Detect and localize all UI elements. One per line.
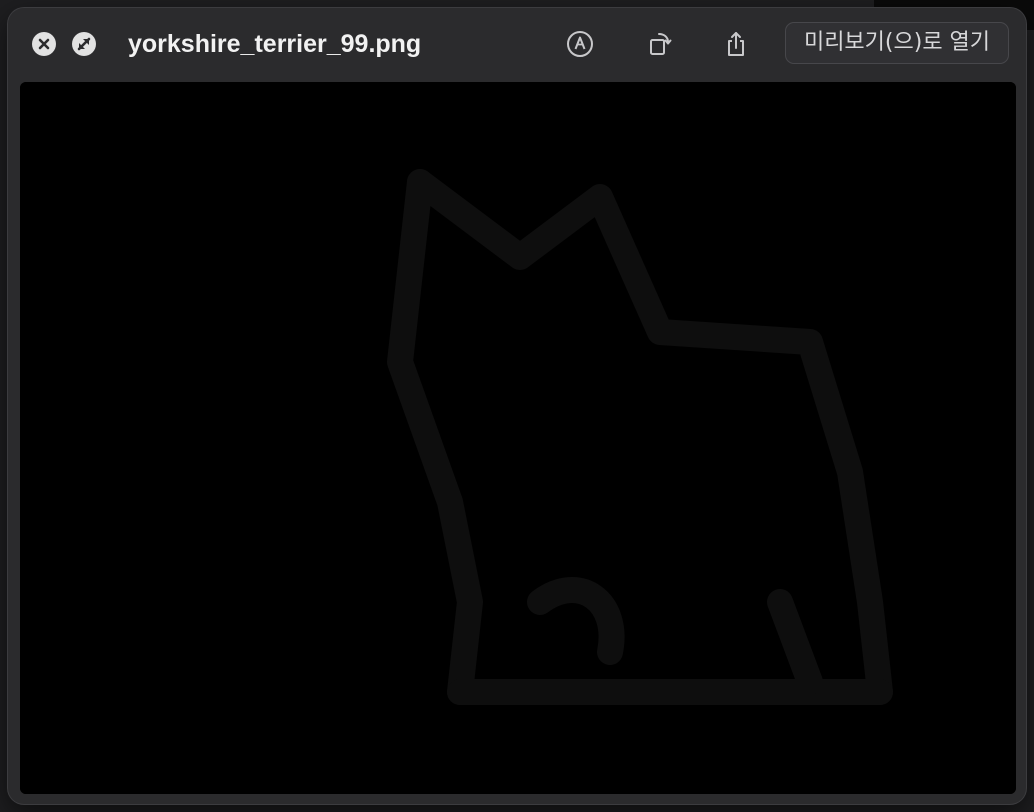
window-title: yorkshire_terrier_99.png [128,30,422,58]
image-preview [20,82,1016,794]
share-icon [728,32,744,56]
fullscreen-icon [73,33,95,55]
open-with-preview-button[interactable]: 미리보기(으)로 열기 [785,22,1009,64]
preview-image [20,82,1016,794]
close-icon [33,33,55,55]
markup-pen-icon [567,31,593,57]
quick-look-window: yorkshire_terrier_99.png 미리보기(으)로 열기 [8,8,1026,804]
titlebar: yorkshire_terrier_99.png 미리보기(으)로 열기 [8,8,1026,78]
close-button[interactable] [32,32,56,56]
rotate-left-icon [650,33,672,55]
share-button[interactable] [718,26,754,62]
rotate-button[interactable] [642,26,678,62]
markup-button[interactable] [562,26,598,62]
fullscreen-button[interactable] [72,32,96,56]
